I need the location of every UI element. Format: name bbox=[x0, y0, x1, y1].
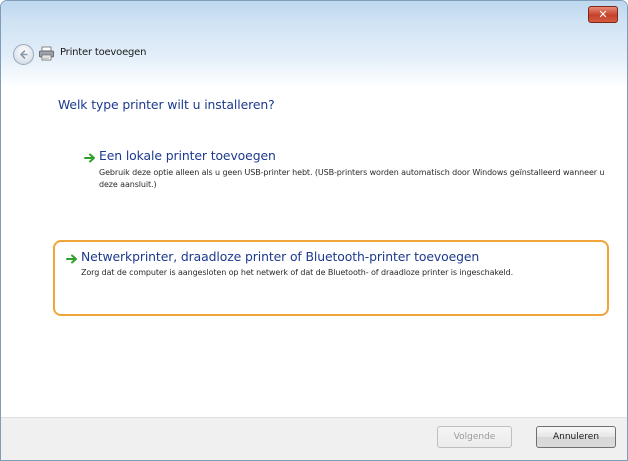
option-description: Zorg dat de computer is aangesloten op h… bbox=[81, 268, 514, 277]
option-title: Een lokale printer toevoegen bbox=[99, 148, 276, 163]
title-bar bbox=[1, 1, 627, 87]
close-button[interactable]: ✕ bbox=[588, 6, 618, 23]
option-network-printer[interactable]: Netwerkprinter, draadloze printer of Blu… bbox=[53, 240, 609, 316]
dialog-footer: Volgende Annuleren bbox=[1, 417, 627, 460]
option-title: Netwerkprinter, draadloze printer of Blu… bbox=[81, 249, 480, 264]
page-heading: Welk type printer wilt u installeren? bbox=[58, 97, 275, 112]
close-icon: ✕ bbox=[598, 8, 608, 21]
next-button[interactable]: Volgende bbox=[437, 426, 512, 448]
green-arrow-icon bbox=[66, 254, 77, 264]
cancel-button[interactable]: Annuleren bbox=[536, 426, 616, 448]
option-description: Gebruik deze optie alleen als u geen USB… bbox=[99, 168, 605, 189]
back-arrow-icon bbox=[20, 50, 28, 59]
add-printer-dialog: ✕ Printer toevoegen Welk type printer wi… bbox=[0, 0, 628, 461]
green-arrow-icon bbox=[84, 153, 95, 163]
option-local-printer[interactable]: Een lokale printer toevoegen Gebruik dez… bbox=[53, 146, 609, 208]
printer-icon bbox=[39, 46, 54, 61]
back-button[interactable] bbox=[13, 44, 34, 65]
window-title: Printer toevoegen bbox=[60, 47, 147, 58]
